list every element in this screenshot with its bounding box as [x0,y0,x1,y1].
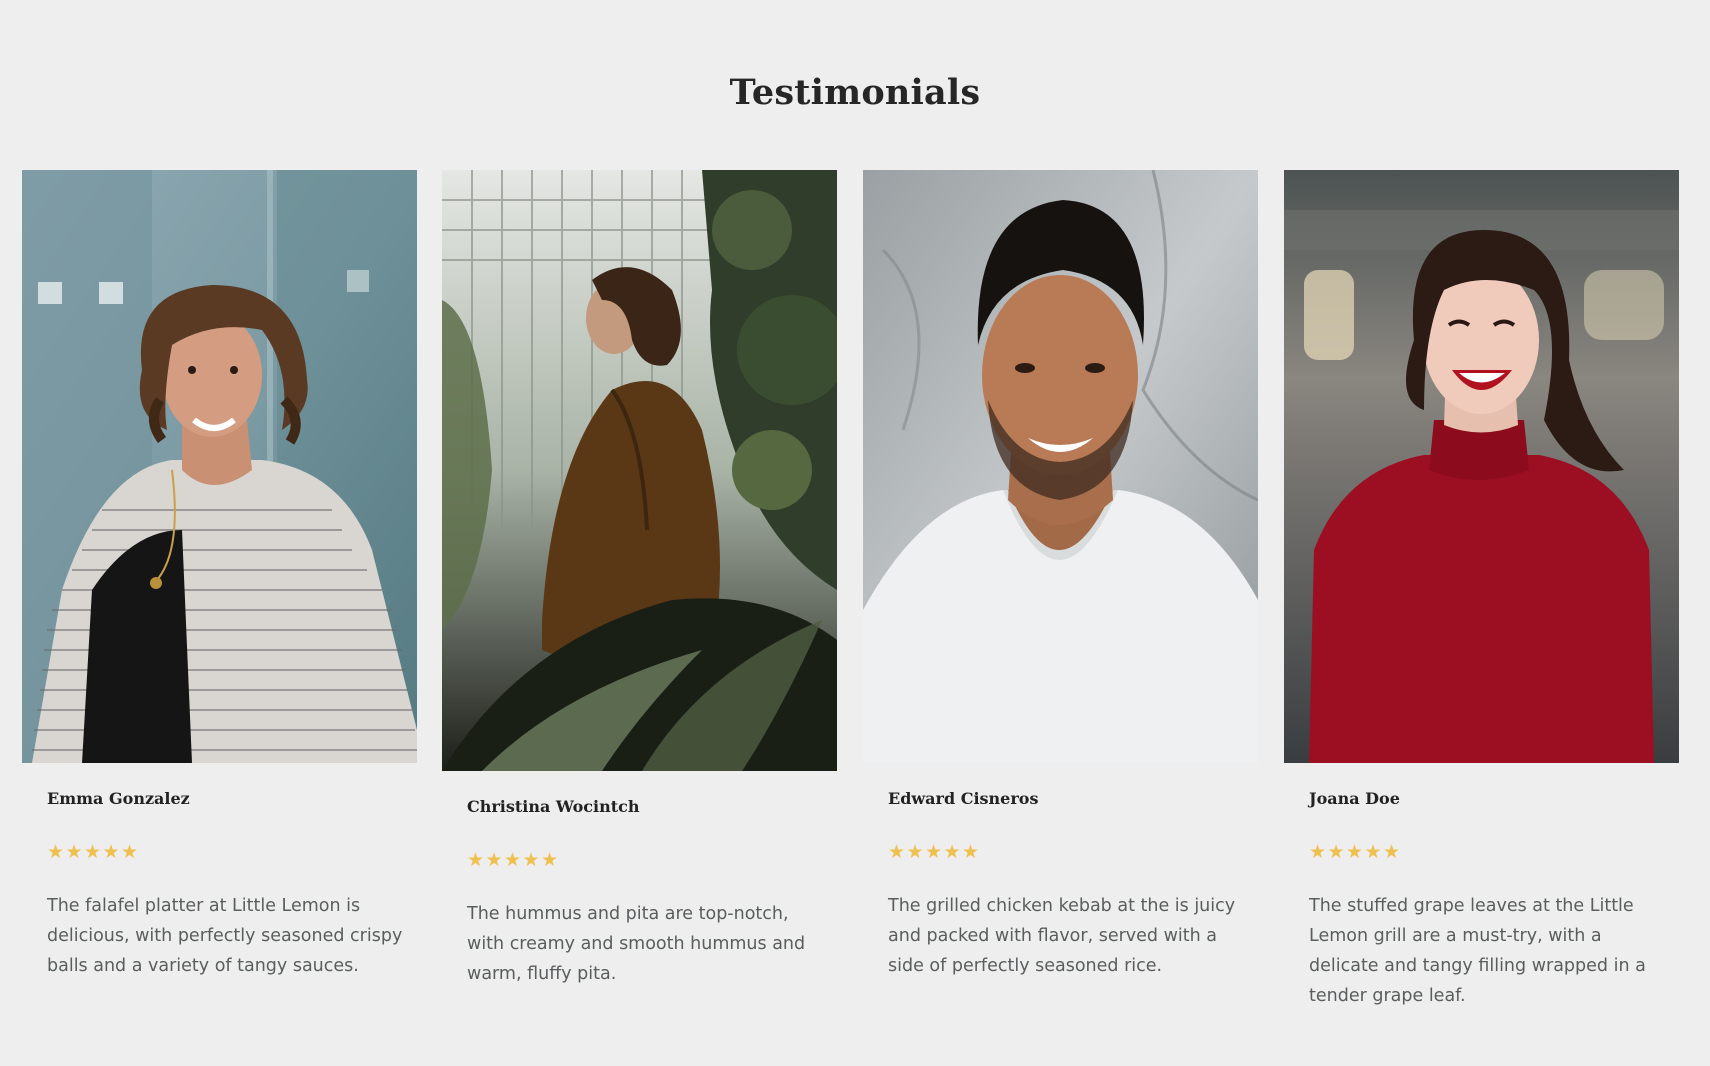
star-icon: ★ [925,841,943,863]
star-icon: ★ [906,841,924,863]
testimonial-card: Emma Gonzalez ★★★★★ The falafel platter … [22,170,417,976]
star-icon: ★ [47,841,65,863]
star-icon: ★ [485,849,503,871]
star-icon: ★ [467,849,485,871]
rating-stars: ★★★★★ [1309,841,1402,863]
star-icon: ★ [1327,841,1345,863]
customer-name: Emma Gonzalez [47,789,190,808]
rating-stars: ★★★★★ [888,841,981,863]
customer-photo [442,170,837,771]
testimonial-text: The hummus and pita are top-notch, with … [467,904,806,984]
customer-name: Edward Cisneros [888,789,1039,808]
testimonial-card: Edward Cisneros ★★★★★ The grilled chicke… [863,170,1258,976]
star-icon: ★ [1309,841,1327,863]
customer-photo [863,170,1258,763]
rating-stars: ★★★★★ [467,849,560,871]
customer-photo [22,170,417,763]
testimonial-card: Christina Wocintch ★★★★★ The hummus and … [442,170,837,984]
star-icon: ★ [1346,841,1364,863]
star-icon: ★ [962,841,980,863]
testimonial-text: The falafel platter at Little Lemon is d… [47,896,403,976]
testimonial-text: The grilled chicken kebab at the is juic… [888,896,1236,976]
testimonial-text: The stuffed grape leaves at the Little L… [1309,896,1646,1006]
star-icon: ★ [541,849,559,871]
customer-photo [1284,170,1679,763]
star-icon: ★ [1383,841,1401,863]
rating-stars: ★★★★★ [47,841,140,863]
testimonial-card: Joana Doe ★★★★★ The stuffed grape leaves… [1284,170,1679,1006]
star-icon: ★ [65,841,83,863]
star-icon: ★ [504,849,522,871]
customer-name: Joana Doe [1309,789,1400,808]
star-icon: ★ [522,849,540,871]
section-title: Testimonials [729,72,981,113]
star-icon: ★ [943,841,961,863]
customer-name: Christina Wocintch [467,797,640,816]
star-icon: ★ [888,841,906,863]
star-icon: ★ [1364,841,1382,863]
star-icon: ★ [102,841,120,863]
star-icon: ★ [121,841,139,863]
star-icon: ★ [84,841,102,863]
